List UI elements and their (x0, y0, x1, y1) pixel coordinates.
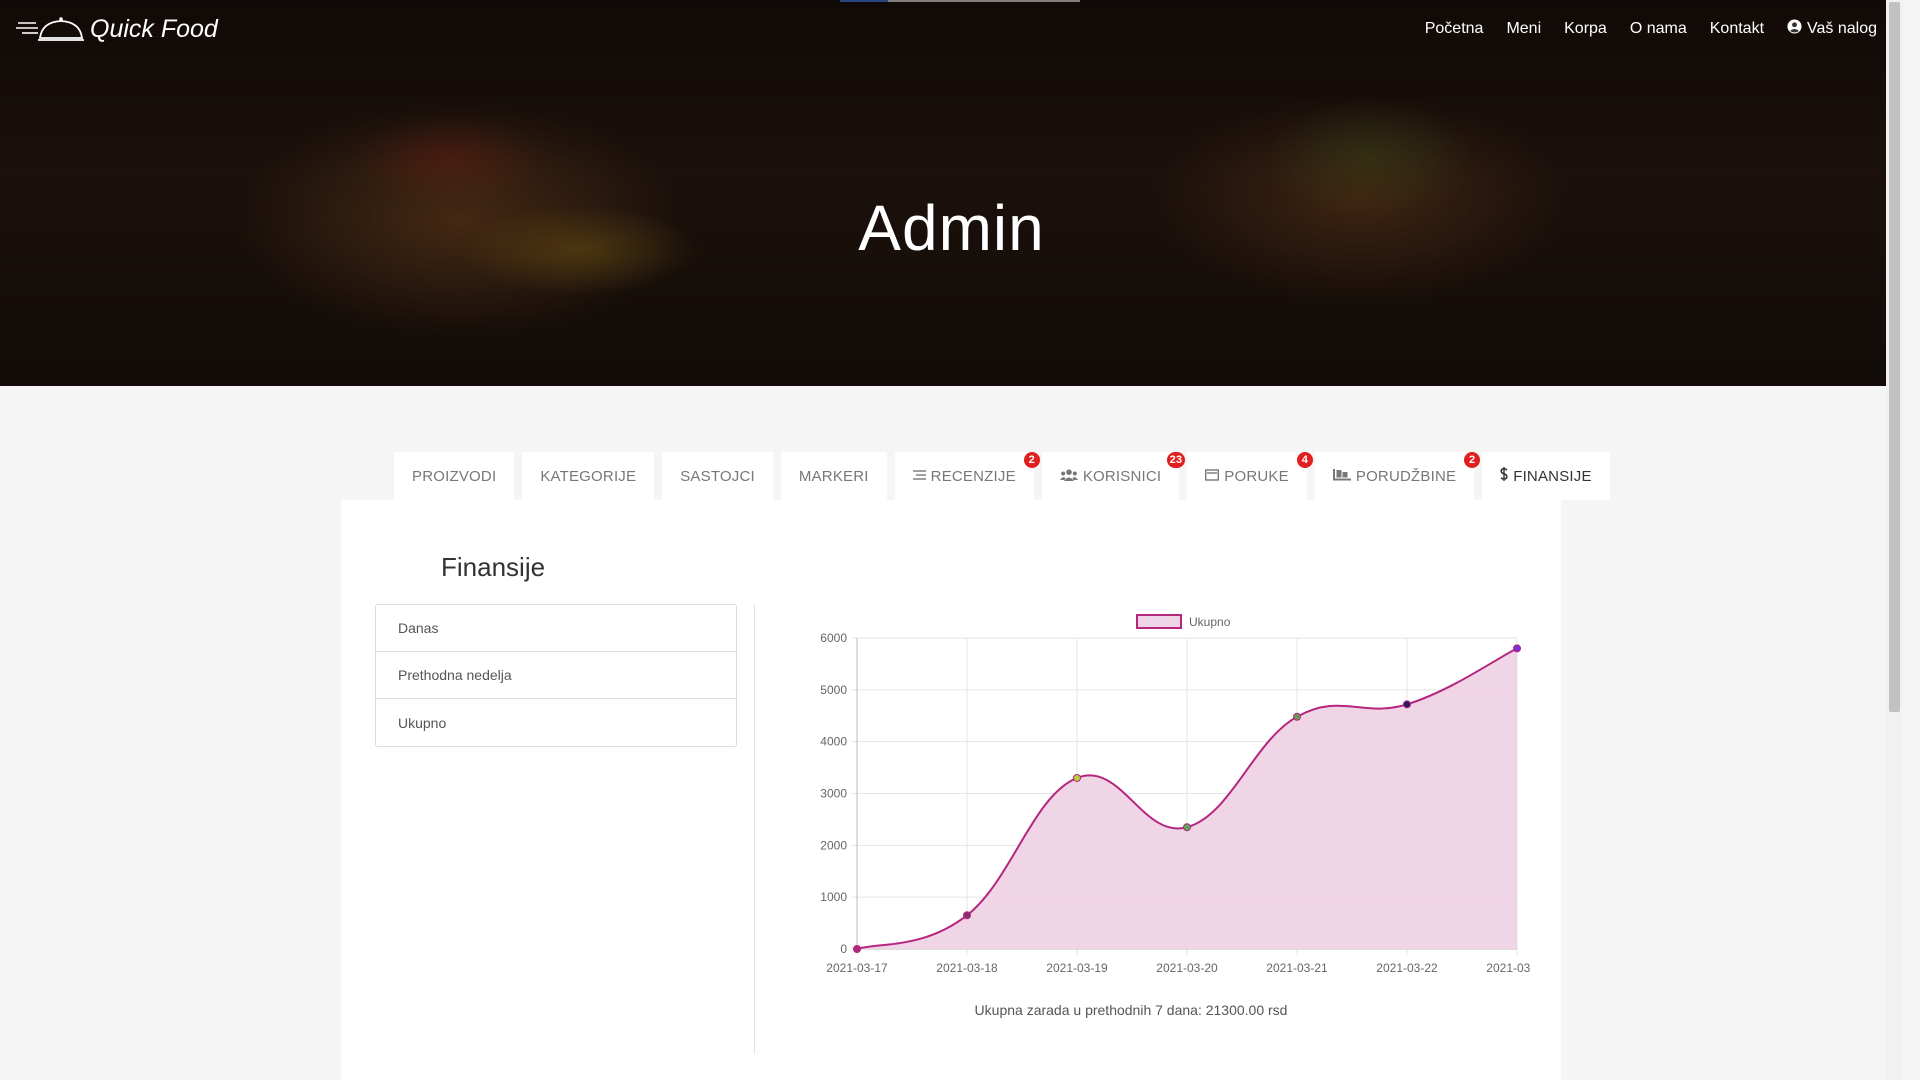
tab-finansije[interactable]: FINANSIJE (1482, 452, 1610, 500)
scrollbar-thumb[interactable] (1889, 2, 1900, 712)
tab-label: SASTOJCI (680, 467, 755, 485)
nav-link-account[interactable]: Vaš nalog (1787, 19, 1877, 39)
tab-korisnici[interactable]: KORISNICI 23 (1041, 452, 1186, 500)
section-title: Finansije (441, 552, 546, 582)
earnings-chart: 0 1000 2000 3000 4000 5000 6000 2021-03-17 2021-… (771, 600, 1531, 1050)
x-tick-label: 2021-03-17 (826, 961, 888, 975)
cloche-icon (16, 14, 84, 44)
tab-label: MARKERI (798, 467, 869, 485)
x-tick-label: 2021-03-21 (1266, 961, 1328, 975)
page-scrollbar[interactable] (1886, 0, 1903, 1080)
users-icon (1059, 468, 1078, 485)
x-tick-label: 2021-03-22 (1376, 961, 1438, 975)
earnings-summary: Ukupna zarada u prethodnih 7 dana: 21300… (974, 1002, 1288, 1018)
period-item-prethodna-nedelja[interactable]: Prethodna nedelja (376, 652, 736, 699)
main-nav: Početna Meni Korpa O nama Kontakt Vaš na… (1425, 19, 1877, 39)
dolly-icon (1332, 468, 1351, 485)
legend-swatch (1136, 614, 1182, 629)
tab-label: KORISNICI (1082, 467, 1162, 485)
notification-badge: 23 (1166, 452, 1186, 468)
notification-badge: 4 (1296, 452, 1313, 468)
brand-logo[interactable]: Quick Food (16, 14, 218, 44)
page-title: Admin (858, 191, 1045, 264)
data-point (853, 945, 861, 953)
tab-label: PORUDŽBINE (1355, 467, 1457, 485)
period-list: Danas Prethodna nedelja Ukupno (375, 604, 737, 747)
nav-link-account-label: Vaš nalog (1807, 20, 1877, 37)
list-icon (912, 468, 926, 485)
data-point (1293, 712, 1301, 721)
vertical-divider (754, 604, 755, 1054)
hero-banner: Quick Food Početna Meni Korpa O nama Kon… (0, 0, 1903, 386)
envelope-icon (1205, 468, 1220, 485)
y-tick-label: 5000 (820, 683, 847, 697)
tab-porudzbine[interactable]: PORUDŽBINE 2 (1314, 452, 1481, 500)
dollar-icon (1500, 467, 1508, 485)
brand-name: Quick Food (90, 14, 218, 43)
nav-link-pocetna[interactable]: Početna (1425, 20, 1484, 38)
tab-label: PORUKE (1224, 467, 1289, 485)
data-point (1403, 700, 1411, 709)
data-point (1513, 644, 1521, 653)
tab-label: RECENZIJE (930, 467, 1016, 485)
legend-label: Ukupno (1189, 615, 1231, 629)
admin-tabs: PROIZVODI KATEGORIJE SASTOJCI MARKERI RE… (394, 452, 1610, 500)
y-tick-label: 4000 (820, 735, 847, 749)
x-tick-label: 2021-03-20 (1156, 961, 1218, 975)
loading-bar (840, 0, 1080, 2)
page: Quick Food Početna Meni Korpa O nama Kon… (0, 0, 1903, 1080)
nav-link-kontakt[interactable]: Kontakt (1710, 20, 1764, 38)
x-tick-label: 2021-03-18 (936, 961, 998, 975)
notification-badge: 2 (1464, 452, 1481, 468)
chart-svg: 0 1000 2000 3000 4000 5000 6000 2021-03-17 2021-… (820, 614, 1531, 975)
tab-label: FINANSIJE (1513, 467, 1592, 485)
nav-link-o-nama[interactable]: O nama (1630, 20, 1687, 38)
nav-link-korpa[interactable]: Korpa (1564, 20, 1607, 38)
tab-label: KATEGORIJE (540, 467, 637, 485)
tab-proizvodi[interactable]: PROIZVODI (394, 452, 515, 500)
user-circle-icon (1787, 19, 1802, 39)
data-point (1183, 823, 1191, 832)
tab-sastojci[interactable]: SASTOJCI (662, 452, 773, 500)
period-item-ukupno[interactable]: Ukupno (376, 699, 736, 746)
tab-markeri[interactable]: MARKERI (780, 452, 887, 500)
tab-kategorije[interactable]: KATEGORIJE (522, 452, 655, 500)
y-tick-label: 3000 (820, 787, 847, 801)
finance-panel: Finansije Danas Prethodna nedelja Ukupno… (341, 500, 1561, 1080)
tab-recenzije[interactable]: RECENZIJE 2 (894, 452, 1040, 500)
nav-link-meni[interactable]: Meni (1506, 20, 1541, 38)
data-point (963, 911, 971, 920)
y-tick-label: 6000 (820, 631, 847, 645)
period-item-danas[interactable]: Danas (376, 605, 736, 652)
x-tick-label: 2021-03-23 (1486, 961, 1531, 975)
x-tick-label: 2021-03-19 (1046, 961, 1108, 975)
y-tick-label: 1000 (820, 890, 847, 904)
y-tick-label: 0 (840, 942, 847, 956)
tab-label: PROIZVODI (412, 467, 497, 485)
y-tick-label: 2000 (820, 838, 847, 852)
notification-badge: 2 (1023, 452, 1040, 468)
data-point (1073, 773, 1081, 782)
tab-poruke[interactable]: PORUKE 4 (1187, 452, 1313, 500)
